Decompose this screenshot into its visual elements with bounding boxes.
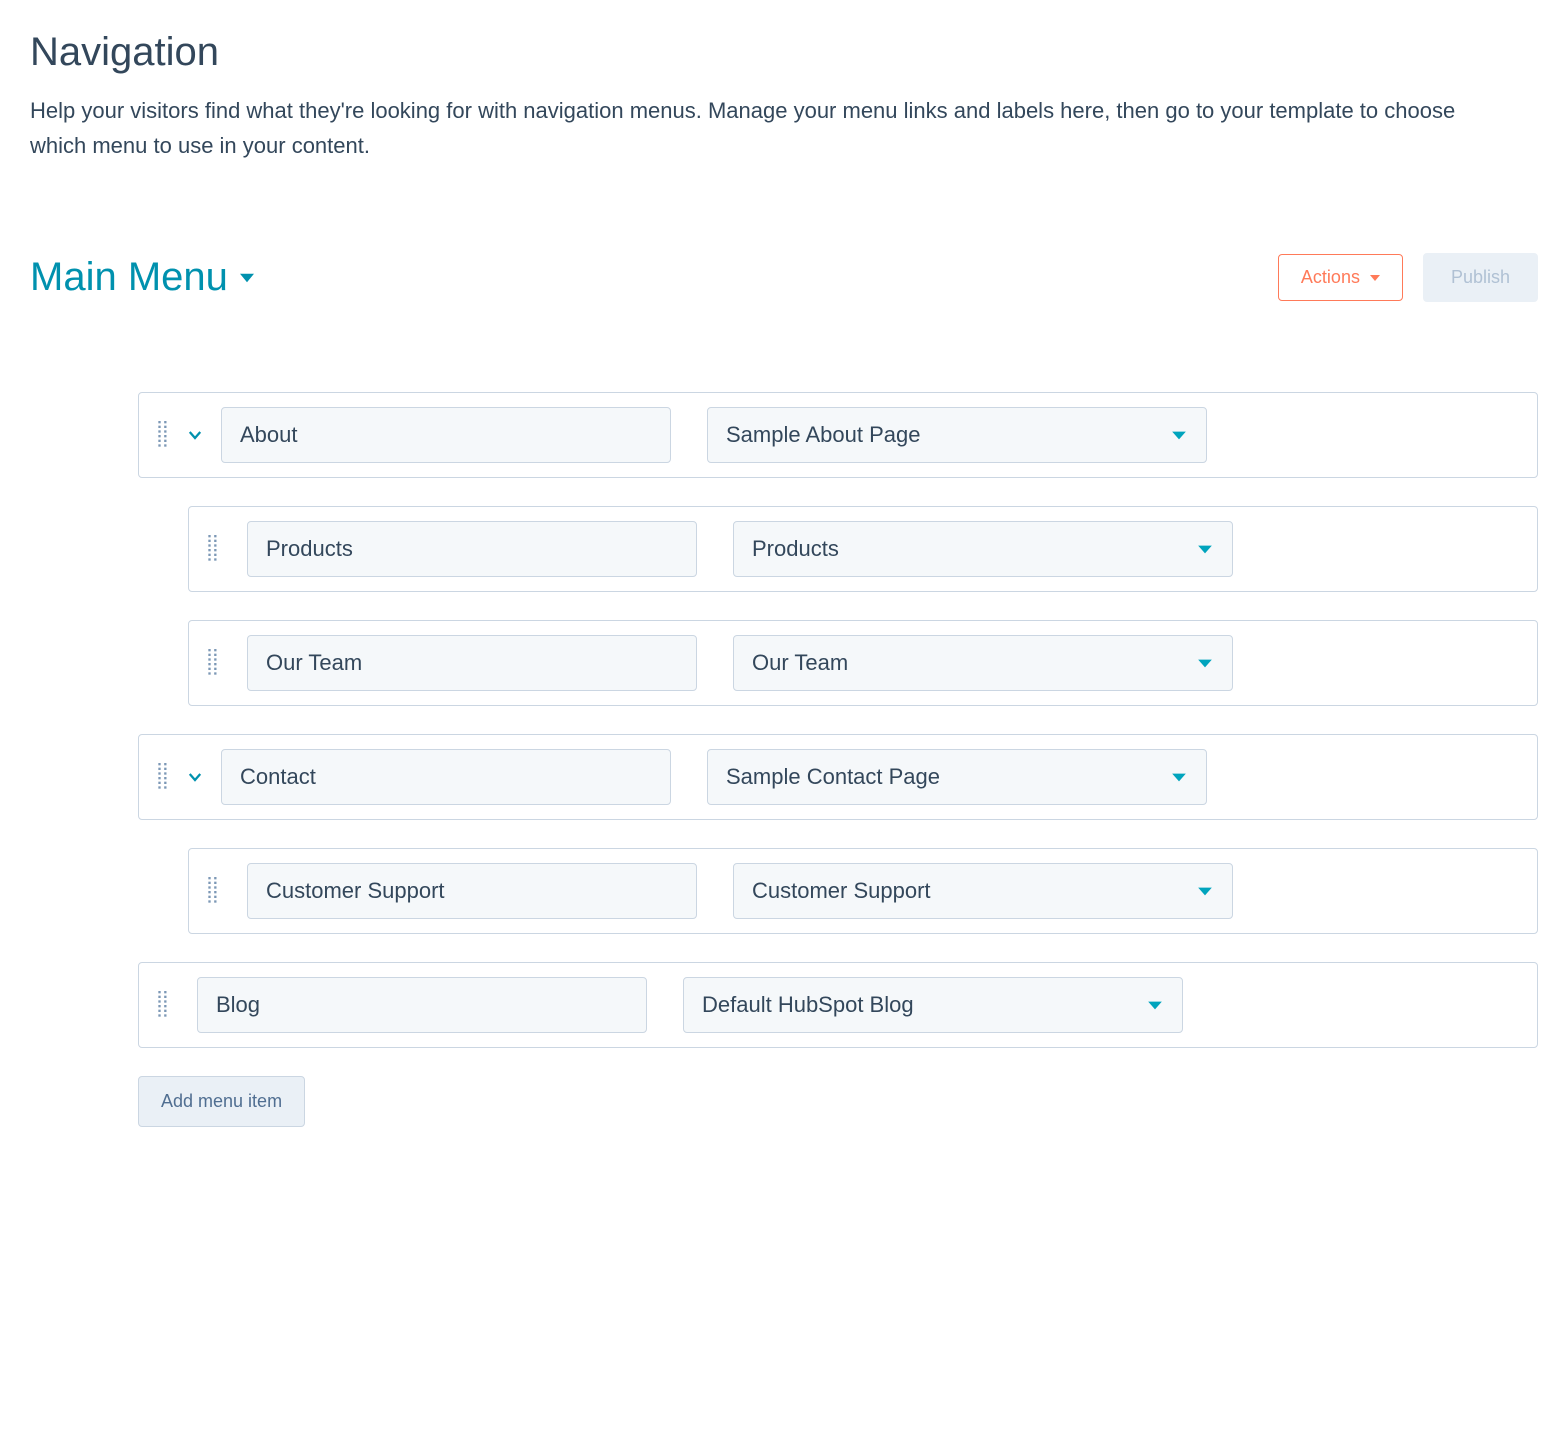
header-actions: Actions Publish <box>1278 253 1538 302</box>
menu-item-row: Customer Support Customer Support <box>188 848 1538 934</box>
menu-item-label-text: Customer Support <box>266 878 445 904</box>
menu-item-label-text: About <box>240 422 298 448</box>
menu-item-row: Contact Sample Contact Page <box>138 734 1538 820</box>
caret-down-icon <box>1370 273 1380 283</box>
menu-item-label-text: Products <box>266 536 353 562</box>
drag-handle-icon[interactable] <box>157 418 169 452</box>
menu-item-label-input[interactable]: Contact <box>221 749 671 805</box>
chevron-down-icon <box>1196 654 1214 672</box>
menu-item-label-text: Our Team <box>266 650 362 676</box>
menu-item-page-select[interactable]: Products <box>733 521 1233 577</box>
menu-item-page-select[interactable]: Customer Support <box>733 863 1233 919</box>
menu-item-row: Our Team Our Team <box>188 620 1538 706</box>
page-description: Help your visitors find what they're loo… <box>30 93 1510 163</box>
menu-item-label-input[interactable]: Blog <box>197 977 647 1033</box>
drag-handle-icon[interactable] <box>157 988 169 1022</box>
menu-item-page-select[interactable]: Sample About Page <box>707 407 1207 463</box>
chevron-down-icon <box>1170 768 1188 786</box>
menu-item-label-input[interactable]: Our Team <box>247 635 697 691</box>
menu-item-page-select[interactable]: Default HubSpot Blog <box>683 977 1183 1033</box>
menu-item-row: About Sample About Page <box>138 392 1538 478</box>
menu-selector-dropdown[interactable]: Main Menu <box>30 255 254 300</box>
chevron-down-icon <box>1196 540 1214 558</box>
menu-item-page-text: Sample Contact Page <box>726 764 940 790</box>
chevron-down-icon <box>1146 996 1164 1014</box>
chevron-down-icon <box>1196 882 1214 900</box>
menu-item-page-select[interactable]: Our Team <box>733 635 1233 691</box>
menu-item-label-text: Blog <box>216 992 260 1018</box>
menu-item-row: Blog Default HubSpot Blog <box>138 962 1538 1048</box>
actions-button[interactable]: Actions <box>1278 254 1403 301</box>
drag-handle-icon[interactable] <box>207 646 219 680</box>
chevron-down-icon <box>1170 426 1188 444</box>
drag-handle-icon[interactable] <box>157 760 169 794</box>
menu-item-label-text: Contact <box>240 764 316 790</box>
menu-header-bar: Main Menu Actions Publish <box>30 253 1538 302</box>
expand-toggle[interactable] <box>183 765 207 789</box>
add-menu-item-button[interactable]: Add menu item <box>138 1076 305 1127</box>
menu-item-label-input[interactable]: About <box>221 407 671 463</box>
menu-item-page-select[interactable]: Sample Contact Page <box>707 749 1207 805</box>
menu-item-label-input[interactable]: Customer Support <box>247 863 697 919</box>
caret-down-icon <box>240 271 254 285</box>
expand-toggle[interactable] <box>183 423 207 447</box>
menu-item-row: Products Products <box>188 506 1538 592</box>
publish-button[interactable]: Publish <box>1423 253 1538 302</box>
menu-item-label-input[interactable]: Products <box>247 521 697 577</box>
menu-item-page-text: Default HubSpot Blog <box>702 992 914 1018</box>
drag-handle-icon[interactable] <box>207 874 219 908</box>
menu-item-page-text: Sample About Page <box>726 422 920 448</box>
drag-handle-icon[interactable] <box>207 532 219 566</box>
menu-selector-label: Main Menu <box>30 255 228 300</box>
menu-item-page-text: Products <box>752 536 839 562</box>
menu-item-page-text: Our Team <box>752 650 848 676</box>
menu-items-list: About Sample About Page Products <box>30 392 1538 1127</box>
page-title: Navigation <box>30 30 1538 75</box>
actions-button-label: Actions <box>1301 267 1360 288</box>
menu-item-page-text: Customer Support <box>752 878 931 904</box>
